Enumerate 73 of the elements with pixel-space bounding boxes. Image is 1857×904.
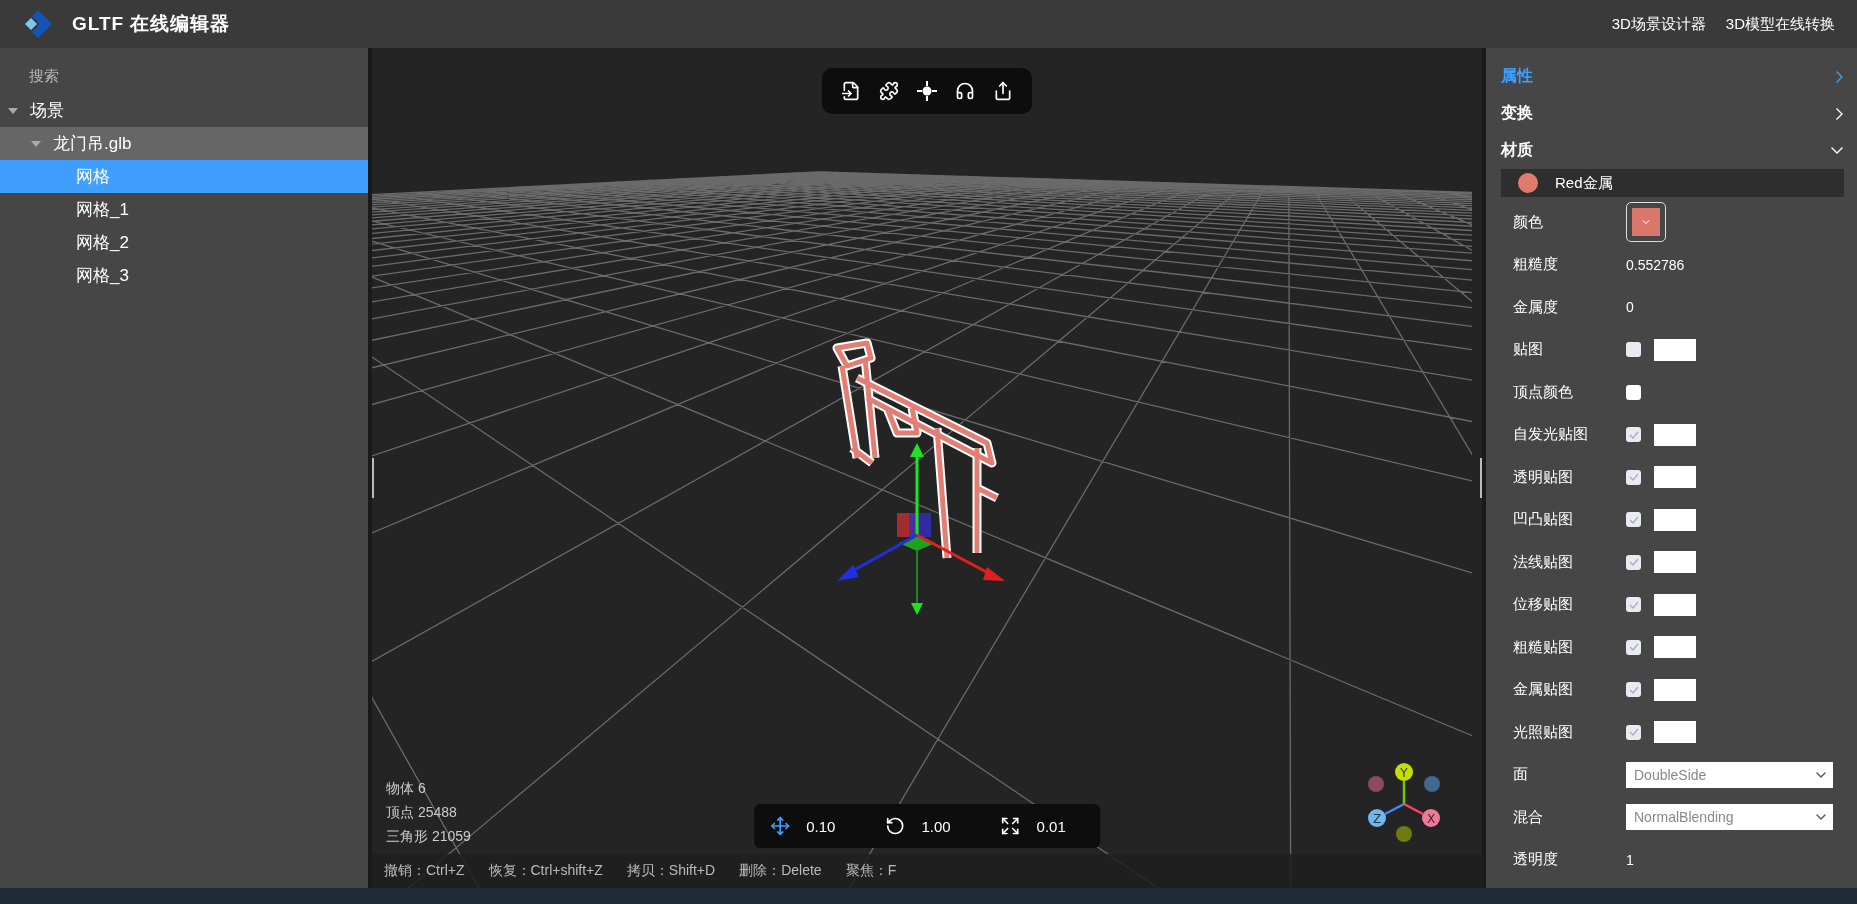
shortcut-text: 删除：Delete (739, 862, 822, 880)
texture-slot[interactable] (1654, 551, 1696, 574)
caret-icon[interactable] (8, 107, 18, 114)
property-label: 透明度 (1513, 850, 1559, 870)
property-label: 自发光贴图 (1513, 425, 1589, 445)
property-value: 0 (1626, 299, 1634, 316)
tree-item[interactable]: 网格_3 (0, 259, 368, 292)
header-link[interactable]: 3D模型在线转换 (1725, 14, 1835, 34)
texture-slot[interactable] (1654, 636, 1696, 659)
stat-text: 物体 6 (386, 780, 427, 798)
expand-icon[interactable] (1000, 816, 1021, 836)
tree-item[interactable]: 网格_1 (0, 193, 368, 226)
rotate-icon[interactable] (885, 816, 906, 836)
section-header[interactable]: 材质 (1498, 132, 1847, 169)
chevron-down-icon (1831, 147, 1843, 154)
texture-slot[interactable] (1654, 466, 1696, 489)
chevron-right-icon (1836, 107, 1843, 120)
axis-label[interactable]: Z (1368, 809, 1386, 827)
axis-dot[interactable] (1424, 776, 1440, 792)
resize-handle[interactable] (372, 458, 374, 498)
property-label: 透明贴图 (1513, 467, 1574, 487)
texture-slot[interactable] (1654, 678, 1696, 701)
property-label: 面 (1513, 765, 1529, 785)
property-label: 法线贴图 (1513, 552, 1574, 572)
property-label: 颜色 (1513, 212, 1544, 232)
stat-text: 顶点 25488 (386, 804, 458, 822)
texture-slot[interactable] (1654, 508, 1696, 531)
search-field[interactable]: 搜索 (27, 62, 351, 88)
axis-dot[interactable] (1368, 776, 1384, 792)
stat-text: 三角形 21059 (386, 828, 471, 846)
property-label: 位移贴图 (1513, 595, 1574, 615)
axis-label[interactable]: Y (1395, 763, 1413, 781)
tree-item[interactable]: 龙门吊.glb (0, 127, 368, 160)
select-field[interactable]: NormalBlending (1626, 804, 1833, 831)
property-label: 贴图 (1513, 340, 1544, 360)
tree-item[interactable]: 场景 (0, 94, 368, 127)
property-value: 1 (1626, 851, 1634, 868)
texture-slot[interactable] (1654, 338, 1696, 361)
texture-slot[interactable] (1654, 721, 1696, 744)
property-label: 光照贴图 (1513, 722, 1574, 742)
property-value: 0.552786 (1626, 256, 1685, 273)
move-icon[interactable] (770, 816, 791, 836)
property-label: 顶点颜色 (1513, 382, 1574, 402)
shortcut-text: 恢复：Ctrl+shift+Z (488, 862, 603, 880)
header-link[interactable]: 3D场景设计器 (1611, 14, 1706, 34)
material-name: Red金属 (1555, 173, 1613, 193)
texture-slot[interactable] (1654, 593, 1696, 616)
shortcut-text: 拷贝：Shift+D (626, 862, 716, 880)
tree-item[interactable]: 网格_2 (0, 226, 368, 259)
property-label: 金属贴图 (1513, 680, 1574, 700)
select-field[interactable]: DoubleSide (1626, 761, 1833, 788)
resize-handle[interactable] (1480, 458, 1482, 498)
caret-icon[interactable] (31, 140, 41, 147)
property-label: 金属度 (1513, 297, 1559, 317)
color-picker[interactable] (1626, 202, 1666, 243)
property-label: 粗糙度 (1513, 255, 1559, 275)
property-label: 混合 (1513, 807, 1544, 827)
viewport[interactable]: 物体 6 顶点 25488 三角形 21059 0.10 1.00 0.01 Y Z X 撤销：Ctrl+Z 恢复：Ctrl+shift+Z 拷贝：Shift+D 删除：Delete 聚焦：F (368, 48, 1486, 888)
section-header[interactable]: 变换 (1498, 95, 1847, 132)
material-item[interactable]: Red金属 (1501, 169, 1844, 197)
property-label: 粗糙贴图 (1513, 637, 1574, 657)
checkbox[interactable] (1626, 384, 1641, 400)
axis-label[interactable]: X (1422, 809, 1440, 827)
snap-value[interactable]: 0.10 (806, 817, 836, 835)
shortcut-text: 聚焦：F (845, 862, 897, 880)
chevron-right-icon (1836, 70, 1843, 83)
property-label: 凹凸贴图 (1513, 510, 1574, 530)
shortcut-text: 撤销：Ctrl+Z (384, 862, 465, 880)
snap-value[interactable]: 1.00 (921, 817, 951, 835)
axis-dot[interactable] (1396, 826, 1412, 842)
texture-slot[interactable] (1654, 423, 1696, 446)
snap-value[interactable]: 0.01 (1036, 817, 1066, 835)
app-title: GLTF 在线编辑器 (72, 12, 231, 36)
